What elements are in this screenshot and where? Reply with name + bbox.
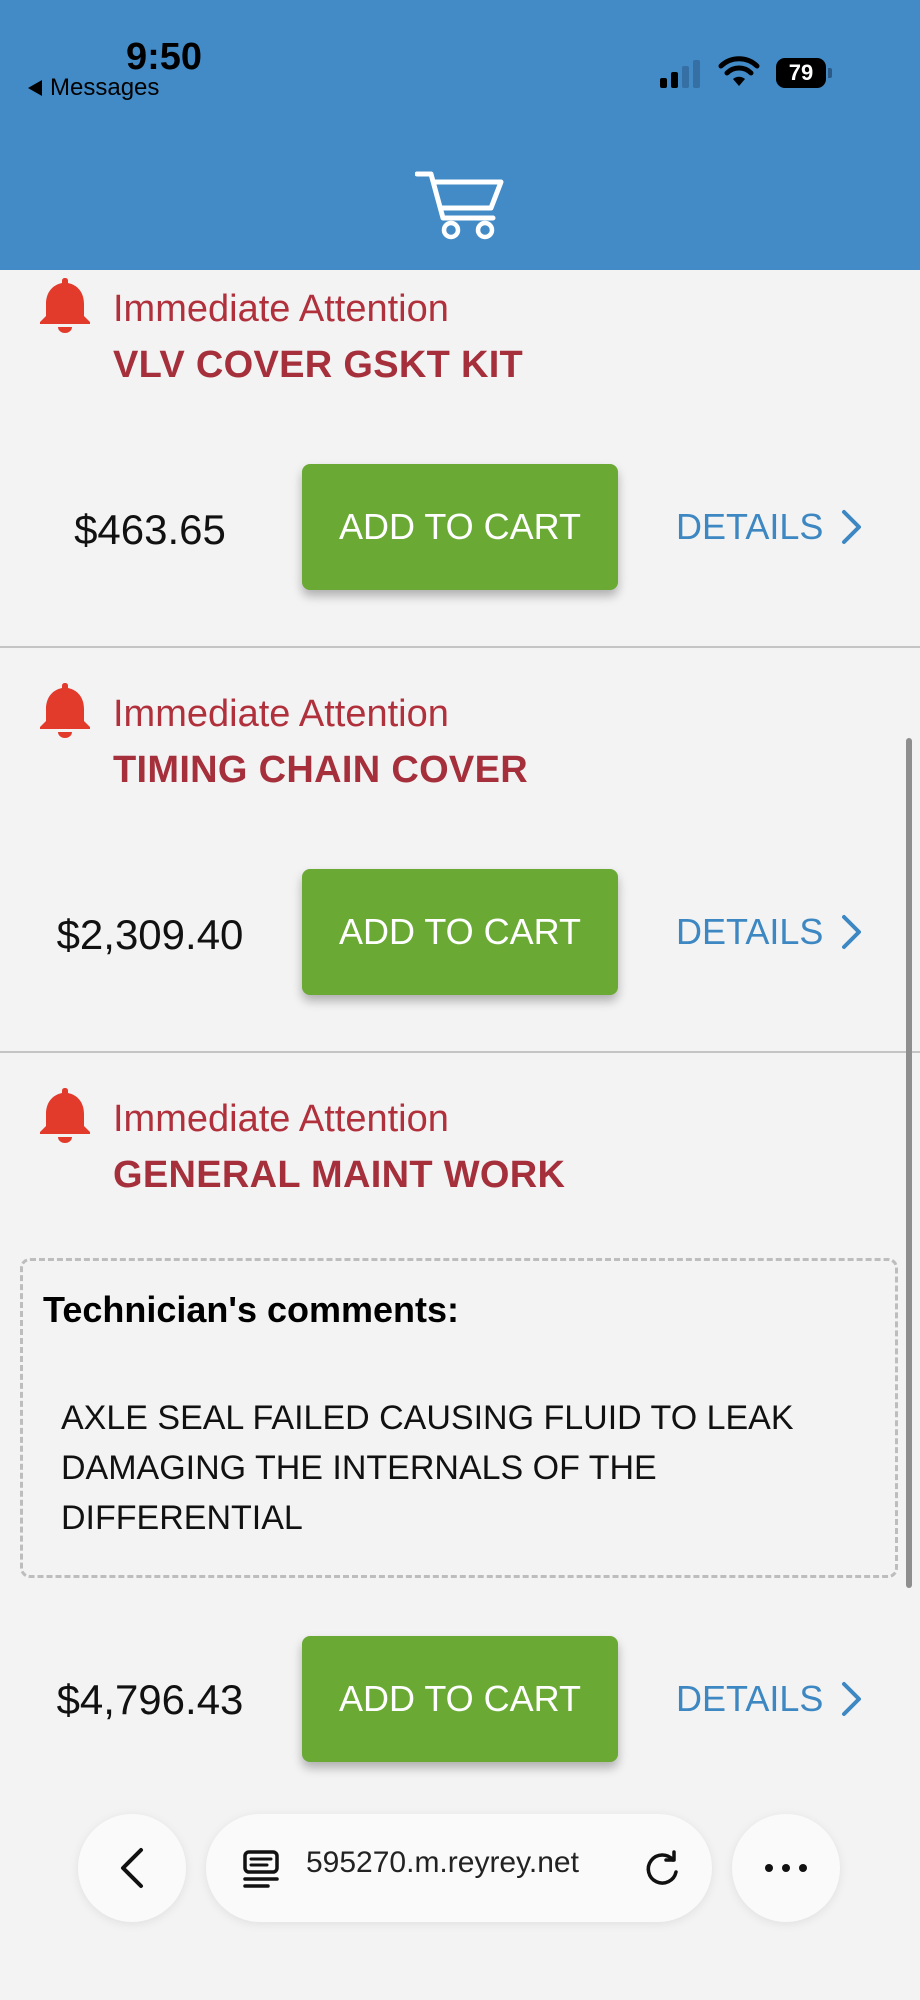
- details-label: DETAILS: [676, 506, 824, 547]
- reload-icon[interactable]: [640, 1846, 684, 1890]
- details-link[interactable]: DETAILS: [676, 506, 863, 548]
- details-label: DETAILS: [676, 911, 824, 952]
- item-divider: [0, 1051, 920, 1053]
- dot: [782, 1864, 790, 1872]
- cellular-signal-icon: [660, 58, 700, 88]
- item-title: TIMING CHAIN COVER: [113, 749, 528, 791]
- url-text: 595270.m.reyrey.net: [306, 1846, 579, 1879]
- app-frame: 9:50 Messages 79 Immediate Attention VLV…: [0, 0, 920, 2000]
- scrollbar[interactable]: [906, 738, 912, 1588]
- details-link[interactable]: DETAILS: [676, 1678, 863, 1720]
- details-label: DETAILS: [676, 1678, 824, 1719]
- battery-level: 79: [776, 58, 826, 88]
- browser-back-button[interactable]: [78, 1814, 186, 1922]
- attention-label: Immediate Attention: [113, 1098, 449, 1140]
- back-triangle-icon: [28, 80, 42, 96]
- address-bar[interactable]: 595270.m.reyrey.net: [206, 1814, 712, 1922]
- more-options-button[interactable]: [732, 1814, 840, 1922]
- item-title: GENERAL MAINT WORK: [113, 1154, 566, 1196]
- attention-label: Immediate Attention: [113, 693, 449, 735]
- add-to-cart-button[interactable]: ADD TO CART: [302, 869, 618, 995]
- back-to-messages-link[interactable]: Messages: [28, 74, 159, 102]
- chevron-right-icon: [842, 915, 862, 949]
- item-price: $2,309.40: [56, 911, 244, 958]
- bell-icon: [40, 1088, 90, 1143]
- item-price: $4,796.43: [56, 1676, 244, 1723]
- attention-label: Immediate Attention: [113, 288, 449, 330]
- wifi-icon: [718, 56, 760, 86]
- back-to-messages-label: Messages: [50, 74, 160, 101]
- comments-text: AXLE SEAL FAILED CAUSING FLUID TO LEAK D…: [61, 1399, 794, 1537]
- reader-mode-icon[interactable]: [242, 1848, 282, 1888]
- battery-indicator: 79: [776, 58, 832, 88]
- details-link[interactable]: DETAILS: [676, 911, 863, 953]
- item-price: $463.65: [74, 506, 226, 553]
- chevron-right-icon: [842, 1682, 862, 1716]
- chevron-right-icon: [842, 510, 862, 544]
- technician-comments-box: Technician's comments: AXLE SEAL FAILED …: [20, 1258, 898, 1578]
- bell-icon: [40, 278, 90, 333]
- header-bar: 9:50 Messages 79: [0, 0, 920, 270]
- bell-icon: [40, 683, 90, 738]
- add-to-cart-button[interactable]: ADD TO CART: [302, 464, 618, 590]
- status-time: 9:50: [126, 36, 203, 78]
- add-to-cart-button[interactable]: ADD TO CART: [302, 1636, 618, 1762]
- dot: [765, 1864, 773, 1872]
- comments-heading: Technician's comments:: [43, 1289, 460, 1330]
- item-divider: [0, 646, 920, 648]
- dot: [799, 1864, 807, 1872]
- item-title: VLV COVER GSKT KIT: [113, 344, 524, 386]
- battery-tip: [828, 68, 832, 78]
- shopping-cart-icon[interactable]: [415, 168, 505, 240]
- chevron-left-icon: [121, 1848, 143, 1888]
